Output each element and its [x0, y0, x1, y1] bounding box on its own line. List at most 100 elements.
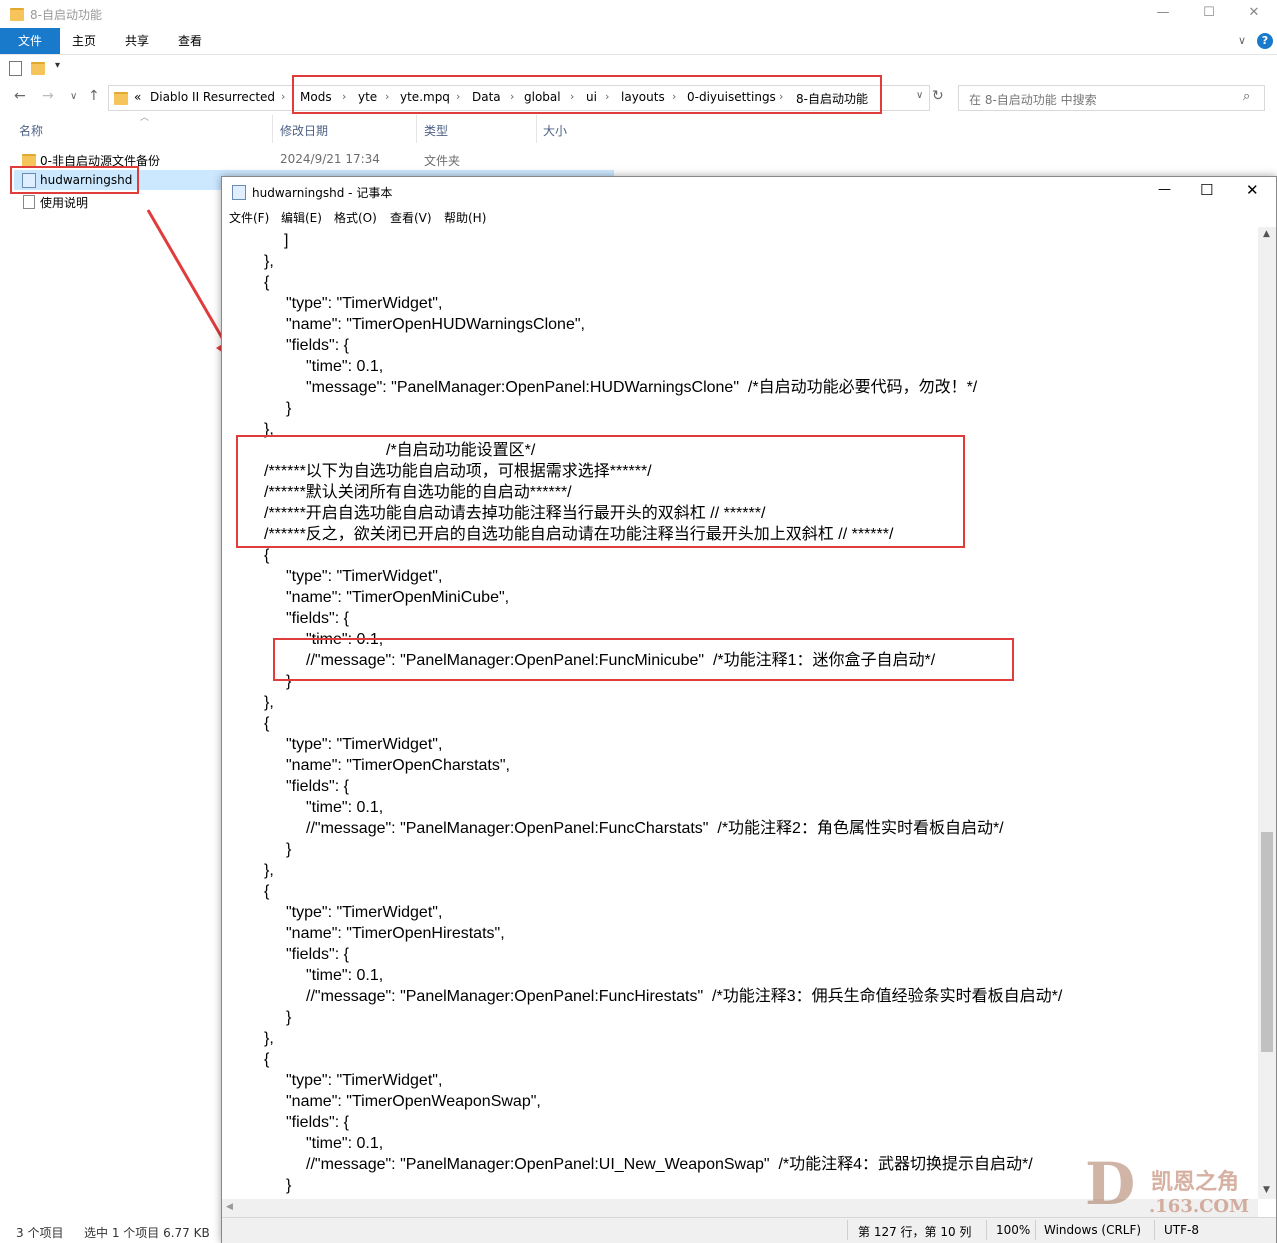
column-divider[interactable] — [416, 115, 417, 143]
back-icon[interactable]: ← — [14, 88, 26, 104]
up-icon[interactable]: ↑ — [88, 88, 100, 104]
code-line: "name": "TimerOpenHirestats", — [286, 925, 505, 942]
column-header-name[interactable]: 名称 — [19, 122, 43, 139]
menu-format[interactable]: 格式(O) — [334, 209, 377, 226]
code-line: "name": "TimerOpenHUDWarningsClone", — [286, 316, 585, 333]
line-ending: Windows (CRLF) — [1044, 1223, 1142, 1237]
column-divider[interactable] — [272, 115, 273, 143]
menu-file[interactable]: 文件(F) — [229, 209, 269, 226]
code-line: }, — [264, 862, 274, 879]
selection-info: 选中 1 个项目 6.77 KB — [84, 1226, 210, 1240]
menu-help[interactable]: 帮助(H) — [444, 209, 486, 226]
code-line: } — [286, 841, 292, 858]
search-placeholder: 在 8-自启动功能 中搜索 — [969, 93, 1097, 107]
scroll-left-icon[interactable]: ◀ — [226, 1202, 233, 1212]
folder-icon — [10, 8, 24, 21]
explorer-title: 8-自启动功能 — [30, 8, 102, 22]
code-line: ] — [284, 232, 289, 249]
close-button[interactable]: ✕ — [1246, 181, 1259, 199]
vertical-scrollbar[interactable]: ▲ ▼ — [1258, 227, 1276, 1199]
highlight-box-path — [292, 75, 882, 114]
help-icon[interactable]: ? — [1257, 33, 1273, 49]
code-line: "fields": { — [286, 946, 349, 963]
cursor-position: 第 127 行，第 10 列 — [858, 1225, 972, 1239]
scroll-down-icon[interactable]: ▼ — [1263, 1185, 1270, 1195]
file-type: 文件夹 — [424, 154, 461, 168]
code-line: "type": "TimerWidget", — [286, 904, 443, 921]
customize-toolbar-icon[interactable]: ▾ — [55, 60, 60, 71]
code-line: { — [264, 1051, 270, 1068]
recent-locations-icon[interactable]: ∨ — [70, 91, 77, 102]
code-line: { — [264, 715, 270, 732]
forward-icon[interactable]: → — [42, 88, 54, 104]
file-name: 使用说明 — [40, 196, 89, 210]
menu-edit[interactable]: 编辑(E) — [281, 209, 322, 226]
watermark-brand: 凯恩之角 — [1151, 1170, 1240, 1195]
tab-share[interactable]: 共享 — [112, 28, 162, 54]
zoom-level: 100% — [996, 1223, 1031, 1237]
item-count: 3 个项目 — [16, 1226, 64, 1240]
breadcrumb-sep-icon[interactable]: › — [281, 90, 285, 103]
file-date: 2024/9/21 17:34 — [280, 152, 380, 166]
menu-view[interactable]: 查看(V) — [390, 209, 432, 226]
search-icon: ⌕ — [1243, 89, 1251, 104]
tab-home[interactable]: 主页 — [60, 28, 108, 54]
search-input[interactable]: 在 8-自启动功能 中搜索 ⌕ — [958, 85, 1265, 111]
code-line: "type": "TimerWidget", — [286, 295, 443, 312]
code-line: "fields": { — [286, 1114, 349, 1131]
code-line: "type": "TimerWidget", — [286, 568, 443, 585]
code-line: "name": "TimerOpenCharstats", — [286, 757, 510, 774]
tab-file[interactable]: 文件 — [0, 28, 60, 54]
column-header-type[interactable]: 类型 — [424, 122, 448, 139]
code-line: "name": "TimerOpenMiniCube", — [286, 589, 510, 606]
highlight-box-settings — [236, 435, 965, 548]
sort-arrow-icon: ︿ — [140, 113, 150, 123]
code-line: "type": "TimerWidget", — [286, 736, 443, 753]
code-line: } — [286, 1177, 292, 1194]
code-line: "fields": { — [286, 337, 349, 354]
minimize-button[interactable]: — — [1140, 0, 1186, 28]
code-line: "time": 0.1, — [306, 1135, 384, 1152]
code-line: "time": 0.1, — [306, 967, 384, 984]
column-header-size[interactable]: 大小 — [543, 122, 567, 139]
maximize-button[interactable]: ☐ — [1200, 181, 1213, 199]
code-line: }, — [264, 253, 274, 270]
close-button[interactable]: ✕ — [1231, 0, 1277, 28]
code-line: "fields": { — [286, 610, 349, 627]
ribbon-tabs: 文件 主页 共享 查看 ∨ ? — [0, 28, 1277, 55]
new-folder-icon[interactable] — [31, 62, 45, 75]
code-line: }, — [264, 1030, 274, 1047]
document-icon — [23, 195, 35, 209]
breadcrumb-item[interactable]: Diablo II Resurrected — [150, 90, 275, 104]
highlight-box-file — [10, 166, 139, 194]
code-line: { — [264, 274, 270, 291]
maximize-button[interactable]: ☐ — [1186, 0, 1232, 28]
notepad-title: hudwarningshd - 记事本 — [252, 186, 393, 200]
code-line: }, — [264, 694, 274, 711]
column-divider[interactable] — [536, 115, 537, 143]
scroll-up-icon[interactable]: ▲ — [1263, 229, 1270, 239]
chevron-down-icon[interactable]: ∨ — [1238, 34, 1246, 47]
minimize-button[interactable]: — — [1158, 182, 1171, 197]
scrollbar-thumb[interactable] — [1261, 832, 1273, 1052]
code-line: "type": "TimerWidget", — [286, 1072, 443, 1089]
column-header-date[interactable]: 修改日期 — [280, 122, 328, 139]
tab-view[interactable]: 查看 — [165, 28, 215, 54]
notepad-title-bar: hudwarningshd - 记事本 — ☐ ✕ — [222, 177, 1276, 207]
notepad-text-area[interactable]: ]}, { "type": "TimerWidget", "name": "Timer… — [222, 227, 1258, 1199]
highlight-box-comment — [273, 638, 1014, 681]
encoding: UTF-8 — [1164, 1223, 1199, 1237]
code-line: "fields": { — [286, 778, 349, 795]
notepad-status-bar: 第 127 行，第 10 列 100% Windows (CRLF) UTF-8 — [222, 1217, 1276, 1243]
address-dropdown-icon[interactable]: ∨ — [916, 90, 923, 101]
properties-icon[interactable] — [9, 61, 22, 76]
code-line: "name": "TimerOpenWeaponSwap", — [286, 1093, 541, 1110]
code-line: //"message": "PanelManager:OpenPanel:Fun… — [306, 988, 1063, 1005]
refresh-icon[interactable]: ↻ — [932, 88, 944, 104]
watermark-logo: D — [1085, 1150, 1136, 1218]
code-line: "time": 0.1, — [306, 358, 384, 375]
code-line: { — [264, 883, 270, 900]
notepad-window: hudwarningshd - 记事本 — ☐ ✕ 文件(F) 编辑(E) 格式… — [221, 176, 1277, 1243]
breadcrumb-overflow[interactable]: « — [134, 90, 141, 104]
code-line: } — [286, 400, 292, 417]
